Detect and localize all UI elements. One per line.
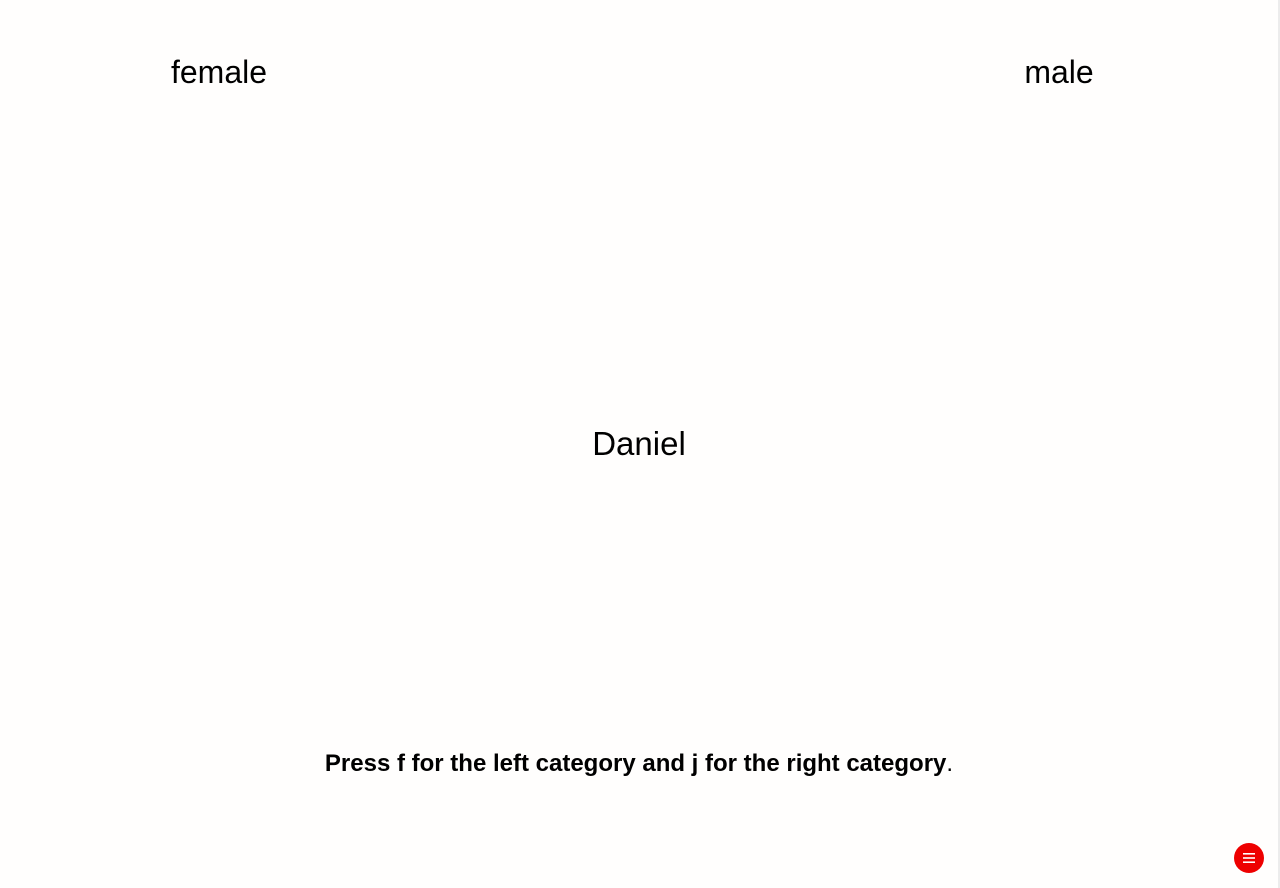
- right-category-label: male: [1024, 54, 1094, 90]
- key-instruction: Press f for the left category and j for …: [0, 748, 1278, 780]
- left-category-label: female: [170, 54, 268, 90]
- hamburger-menu-icon: [1242, 852, 1256, 864]
- menu-button[interactable]: [1234, 843, 1264, 873]
- key-instruction-bold: Press f for the left category and j for …: [324, 750, 947, 777]
- iat-trial-screen: female male Daniel Press f for the left …: [0, 0, 1280, 888]
- key-instruction-period: .: [946, 750, 954, 777]
- stimulus-word: Daniel: [592, 425, 686, 462]
